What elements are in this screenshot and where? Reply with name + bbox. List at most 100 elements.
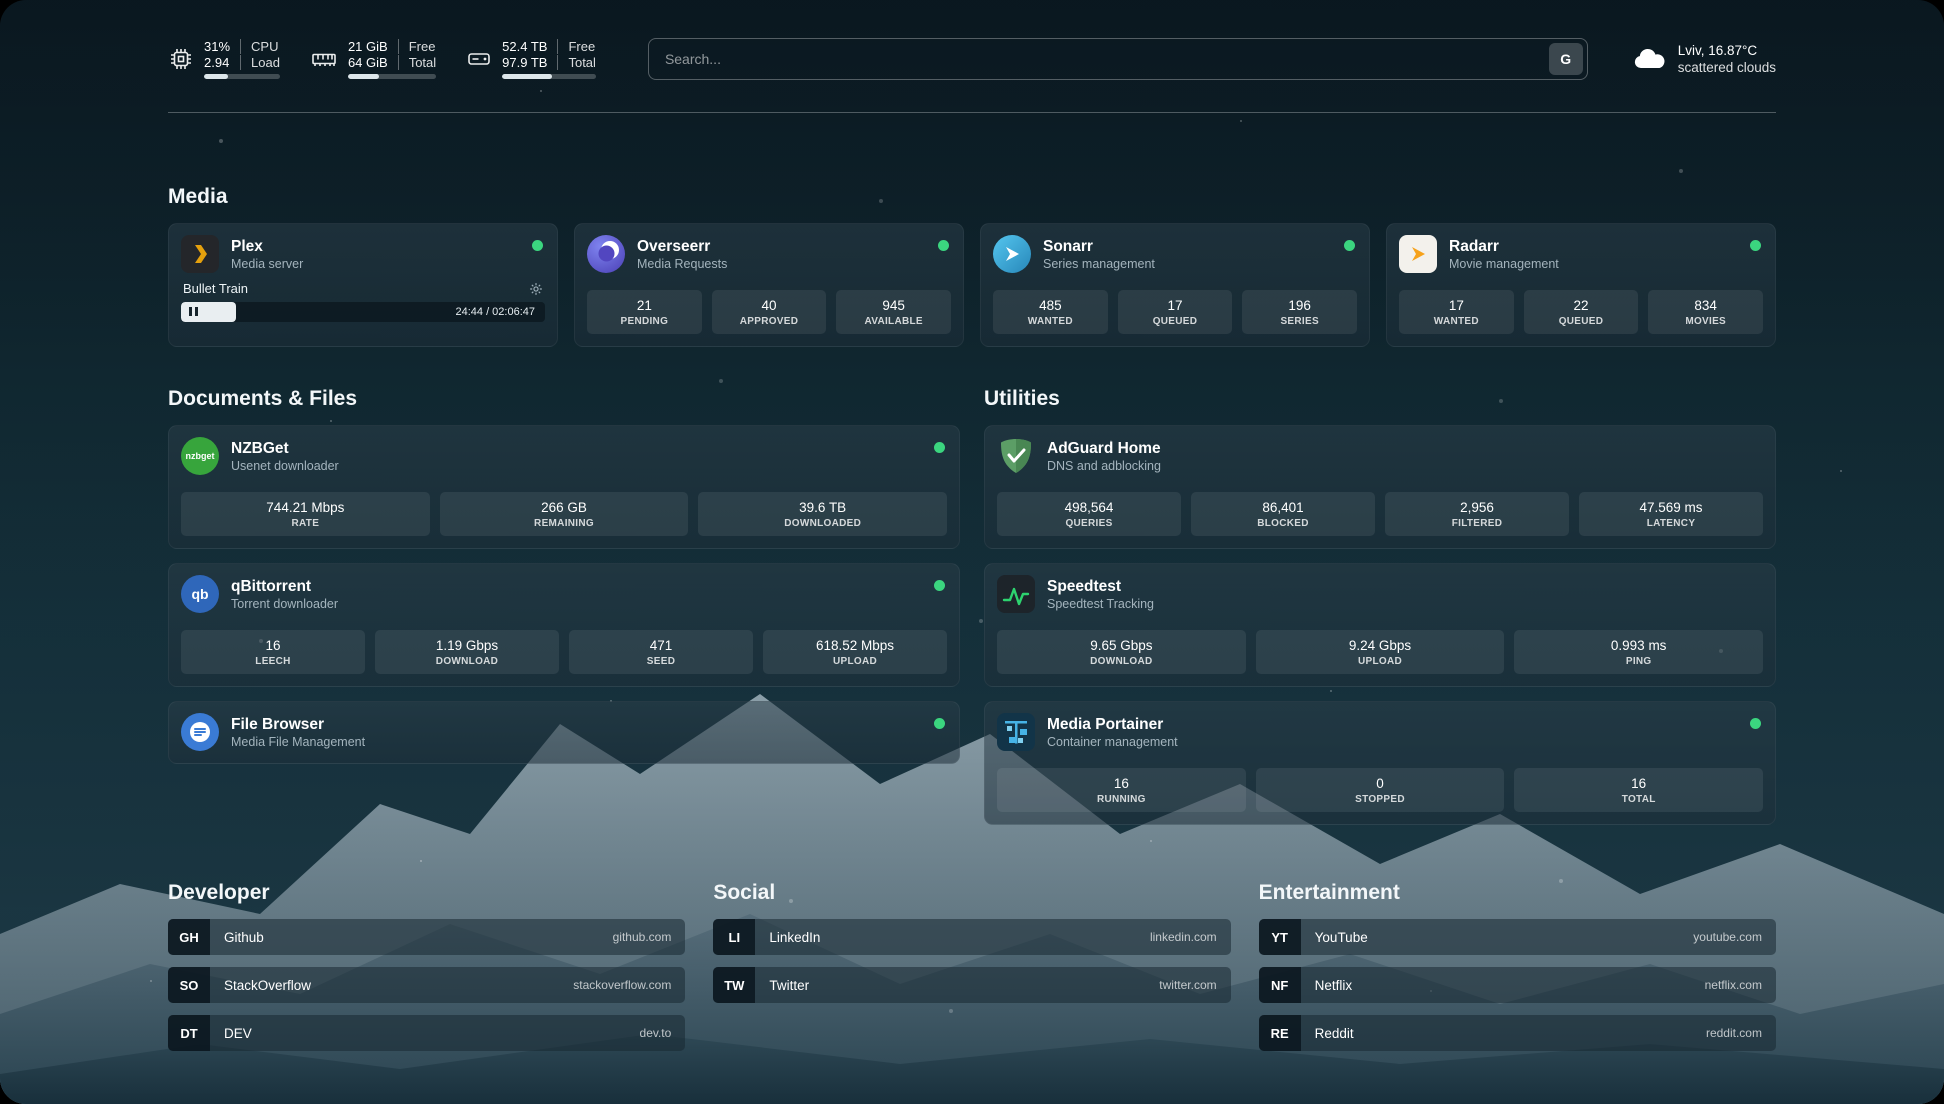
disk-progress-fill bbox=[502, 74, 552, 79]
section-title-media: Media bbox=[168, 185, 1776, 209]
service-card-filebrowser[interactable]: File Browser Media File Management bbox=[168, 701, 960, 764]
bookmark-stackoverflow[interactable]: SO StackOverflow stackoverflow.com bbox=[168, 967, 685, 1003]
portainer-icon bbox=[997, 713, 1035, 751]
service-card-adguard[interactable]: AdGuard Home DNS and adblocking 498,564 … bbox=[984, 425, 1776, 549]
service-description: Container management bbox=[1047, 734, 1178, 750]
bookmark-name: Reddit bbox=[1301, 1026, 1706, 1041]
stat-upload: 618.52 Mbps UPLOAD bbox=[763, 630, 947, 674]
service-card-radarr[interactable]: Radarr Movie management 17 WANTED 22 QUE… bbox=[1386, 223, 1776, 347]
bookmark-github[interactable]: GH Github github.com bbox=[168, 919, 685, 955]
service-card-sonarr[interactable]: Sonarr Series management 485 WANTED 17 Q… bbox=[980, 223, 1370, 347]
stat-wanted: 485 WANTED bbox=[993, 290, 1108, 334]
nzbget-icon: nzbget bbox=[181, 437, 219, 475]
bookmark-name: Netflix bbox=[1301, 978, 1705, 993]
section-media: Media Plex Media server Bullet T bbox=[168, 185, 1776, 347]
stat-download: 9.65 Gbps DOWNLOAD bbox=[997, 630, 1246, 674]
stat-remaining: 266 GB REMAINING bbox=[440, 492, 689, 536]
memory-label-1: Free bbox=[398, 39, 436, 54]
pause-icon[interactable] bbox=[189, 303, 201, 321]
section-documents: Documents & Files nzbget NZBGet Usenet d… bbox=[168, 387, 960, 764]
bookmark-name: DEV bbox=[210, 1026, 640, 1041]
status-dot bbox=[1750, 718, 1761, 729]
search-bar: G bbox=[648, 38, 1588, 80]
section-title-social: Social bbox=[713, 881, 1230, 905]
bookmark-group-entertainment: Entertainment YT YouTube youtube.com NF … bbox=[1259, 881, 1776, 1051]
service-card-nzbget[interactable]: nzbget NZBGet Usenet downloader 744.21 M… bbox=[168, 425, 960, 549]
filebrowser-icon bbox=[181, 713, 219, 751]
bookmark-url: dev.to bbox=[640, 1026, 686, 1040]
service-card-qbittorrent[interactable]: qb qBittorrent Torrent downloader 16 LEE… bbox=[168, 563, 960, 687]
plex-progress-fill bbox=[181, 302, 236, 322]
stat-seed: 471 SEED bbox=[569, 630, 753, 674]
header-bar: 31% CPU 2.94 Load bbox=[168, 34, 1776, 84]
bookmark-name: Twitter bbox=[755, 978, 1159, 993]
service-name: Plex bbox=[231, 237, 303, 256]
service-card-plex[interactable]: Plex Media server Bullet Train bbox=[168, 223, 558, 347]
service-description: DNS and adblocking bbox=[1047, 458, 1161, 474]
weather-location: Lviv, 16.87°C bbox=[1678, 42, 1776, 59]
stat-total: 16 TOTAL bbox=[1514, 768, 1763, 812]
stat-ping: 0.993 ms PING bbox=[1514, 630, 1763, 674]
service-card-speedtest[interactable]: Speedtest Speedtest Tracking 9.65 Gbps D… bbox=[984, 563, 1776, 687]
search-input[interactable] bbox=[663, 50, 1549, 68]
service-name: Speedtest bbox=[1047, 577, 1154, 596]
search-provider-button[interactable]: G bbox=[1549, 43, 1583, 75]
weather-condition: scattered clouds bbox=[1678, 59, 1776, 76]
bookmark-url: youtube.com bbox=[1693, 930, 1776, 944]
status-dot bbox=[938, 240, 949, 251]
bookmark-twitter[interactable]: TW Twitter twitter.com bbox=[713, 967, 1230, 1003]
service-name: Media Portainer bbox=[1047, 715, 1178, 734]
stat-rate: 744.21 Mbps RATE bbox=[181, 492, 430, 536]
memory-progress-track bbox=[348, 74, 436, 79]
stat-downloaded: 39.6 TB DOWNLOADED bbox=[698, 492, 947, 536]
stat-blocked: 86,401 BLOCKED bbox=[1191, 492, 1375, 536]
disk-label-1: Free bbox=[557, 39, 595, 54]
bookmark-name: StackOverflow bbox=[210, 978, 573, 993]
stat-upload: 9.24 Gbps UPLOAD bbox=[1256, 630, 1505, 674]
bookmark-abbr: NF bbox=[1259, 967, 1301, 1003]
cloud-icon bbox=[1632, 46, 1666, 72]
bookmark-group-developer: Developer GH Github github.com SO StackO… bbox=[168, 881, 685, 1051]
cpu-icon bbox=[168, 46, 194, 72]
bookmark-linkedin[interactable]: LI LinkedIn linkedin.com bbox=[713, 919, 1230, 955]
plex-icon bbox=[181, 235, 219, 273]
stat-download: 1.19 Gbps DOWNLOAD bbox=[375, 630, 559, 674]
disk-value-2: 97.9 TB bbox=[502, 55, 557, 70]
cpu-label-1: CPU bbox=[240, 39, 280, 54]
bookmark-netflix[interactable]: NF Netflix netflix.com bbox=[1259, 967, 1776, 1003]
service-description: Media Requests bbox=[637, 256, 727, 272]
bookmark-url: reddit.com bbox=[1706, 1026, 1776, 1040]
disk-label-2: Total bbox=[557, 55, 595, 70]
section-title-documents: Documents & Files bbox=[168, 387, 960, 411]
service-card-overseerr[interactable]: Overseerr Media Requests 21 PENDING 40 A… bbox=[574, 223, 964, 347]
bookmark-youtube[interactable]: YT YouTube youtube.com bbox=[1259, 919, 1776, 955]
bookmark-dev[interactable]: DT DEV dev.to bbox=[168, 1015, 685, 1051]
service-name: NZBGet bbox=[231, 439, 339, 458]
disk-value-1: 52.4 TB bbox=[502, 39, 557, 54]
service-description: Torrent downloader bbox=[231, 596, 338, 612]
bookmark-abbr: SO bbox=[168, 967, 210, 1003]
stat-queries: 498,564 QUERIES bbox=[997, 492, 1181, 536]
section-title-entertainment: Entertainment bbox=[1259, 881, 1776, 905]
radarr-icon bbox=[1399, 235, 1437, 273]
service-card-portainer[interactable]: Media Portainer Container management 16 … bbox=[984, 701, 1776, 825]
cpu-value-1: 31% bbox=[204, 39, 240, 54]
service-description: Movie management bbox=[1449, 256, 1559, 272]
status-dot bbox=[934, 442, 945, 453]
bookmark-reddit[interactable]: RE Reddit reddit.com bbox=[1259, 1015, 1776, 1051]
status-dot bbox=[934, 718, 945, 729]
bookmark-group-social: Social LI LinkedIn linkedin.com TW Twitt… bbox=[713, 881, 1230, 1051]
stat-stopped: 0 STOPPED bbox=[1256, 768, 1505, 812]
plex-progress-bar[interactable]: 24:44 / 02:06:47 bbox=[181, 302, 545, 322]
stat-approved: 40 APPROVED bbox=[712, 290, 827, 334]
stat-running: 16 RUNNING bbox=[997, 768, 1246, 812]
section-title-developer: Developer bbox=[168, 881, 685, 905]
service-description: Speedtest Tracking bbox=[1047, 596, 1154, 612]
bookmark-url: twitter.com bbox=[1159, 978, 1230, 992]
service-name: Radarr bbox=[1449, 237, 1559, 256]
bookmark-abbr: RE bbox=[1259, 1015, 1301, 1051]
service-name: AdGuard Home bbox=[1047, 439, 1161, 458]
sonarr-icon bbox=[993, 235, 1031, 273]
settings-gear-icon[interactable] bbox=[529, 282, 543, 296]
bookmark-url: github.com bbox=[613, 930, 686, 944]
